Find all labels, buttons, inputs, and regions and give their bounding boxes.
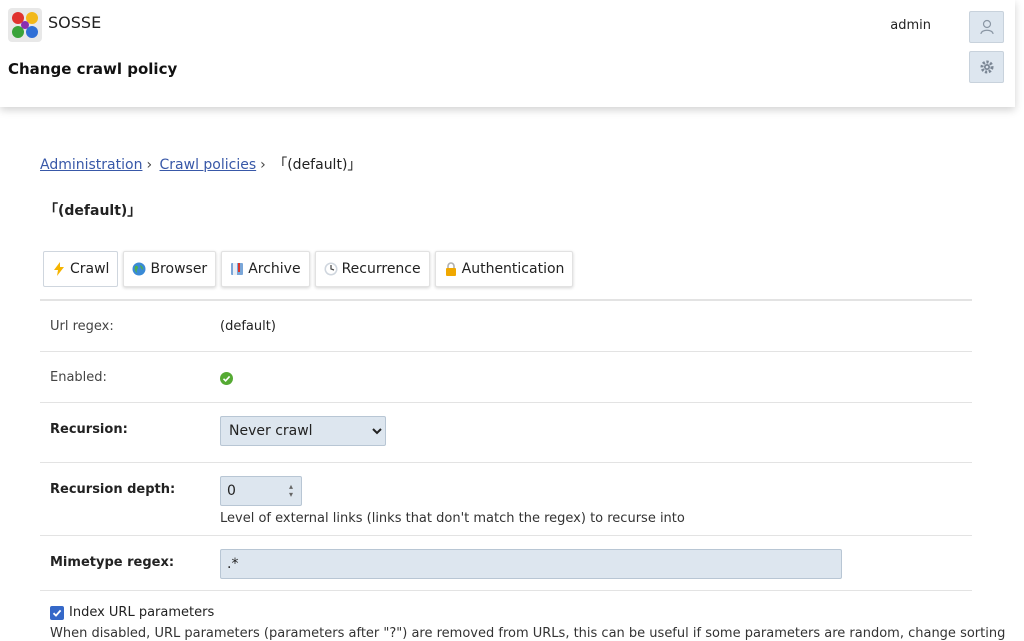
checkmark-icon: [52, 609, 62, 617]
form-row-recursion: Recursion: Never crawl: [40, 403, 972, 463]
breadcrumb: Administration › Crawl policies › 「(defaul…: [40, 154, 361, 174]
lock-icon: [445, 262, 456, 276]
form-row-recursion-depth: Recursion depth: 0 ▴ ▾ Level of external …: [40, 463, 972, 536]
index-url-params-field: Index URL parameters: [50, 605, 214, 620]
form-row-enabled: Enabled:: [40, 352, 972, 403]
url-regex-label: Url regex:: [50, 319, 114, 334]
user-icon: [979, 19, 994, 35]
index-url-params-checkbox[interactable]: [50, 605, 64, 620]
form-row-mimetype-regex: Mimetype regex: .*: [40, 536, 972, 591]
mimetype-regex-label: Mimetype regex:: [50, 555, 175, 570]
tab-recurrence[interactable]: Recurrence: [314, 251, 430, 287]
recursion-depth-help: Level of external links (links that don'…: [220, 511, 685, 526]
mimetype-regex-input[interactable]: .*: [220, 549, 842, 579]
book-icon: [231, 263, 244, 275]
breadcrumb-separator: ›: [260, 157, 266, 173]
lightning-icon: [54, 262, 64, 276]
user-menu-button[interactable]: [969, 11, 1004, 43]
tab-label: Recurrence: [341, 261, 421, 277]
tab-label: Browser: [150, 261, 208, 277]
index-url-params-label: Index URL parameters: [69, 605, 215, 620]
sosse-logo-icon[interactable]: [8, 8, 42, 42]
tab-archive[interactable]: Archive: [221, 251, 310, 287]
current-user-name: admin: [890, 18, 931, 33]
page-title: Change crawl policy: [8, 60, 178, 78]
number-spinner[interactable]: ▴ ▾: [289, 483, 293, 499]
tab-label: Authentication: [461, 261, 565, 277]
tab-label: Archive: [248, 261, 301, 277]
breadcrumb-administration-link[interactable]: Administration: [40, 157, 142, 173]
tab-authentication[interactable]: Authentication: [434, 251, 574, 287]
app-name[interactable]: SOSSE: [48, 13, 101, 32]
tab-browser[interactable]: Browser: [123, 251, 217, 287]
globe-icon: [132, 262, 146, 276]
recursion-depth-value: 0: [227, 483, 236, 499]
crawl-policy-form: Url regex: (default) Enabled: Recursion:…: [40, 299, 972, 591]
url-regex-value: (default): [220, 319, 276, 334]
recursion-select[interactable]: Never crawl: [220, 416, 386, 446]
recursion-depth-label: Recursion depth:: [50, 482, 176, 497]
check-circle-icon: [220, 372, 233, 385]
form-row-url-regex: Url regex: (default): [40, 301, 972, 352]
breadcrumb-current: 「(default)」: [273, 157, 362, 173]
recursion-label: Recursion:: [50, 422, 128, 437]
breadcrumb-crawl-policies-link[interactable]: Crawl policies: [160, 157, 257, 173]
gear-icon: [980, 60, 993, 74]
object-title: 「(default)」: [44, 203, 142, 219]
enabled-label: Enabled:: [50, 370, 107, 385]
clock-icon: [324, 262, 338, 276]
breadcrumb-separator: ›: [146, 157, 153, 173]
top-header: SOSSE Change crawl policy admin: [0, 0, 1015, 107]
tab-label: Crawl: [70, 261, 110, 277]
recursion-depth-input[interactable]: 0 ▴ ▾: [220, 476, 302, 506]
tab-bar: Crawl Browser Archive Recurrence Authent…: [43, 251, 574, 287]
tab-crawl[interactable]: Crawl: [43, 251, 119, 287]
settings-button[interactable]: [969, 51, 1004, 83]
mimetype-regex-value: .*: [227, 556, 239, 572]
